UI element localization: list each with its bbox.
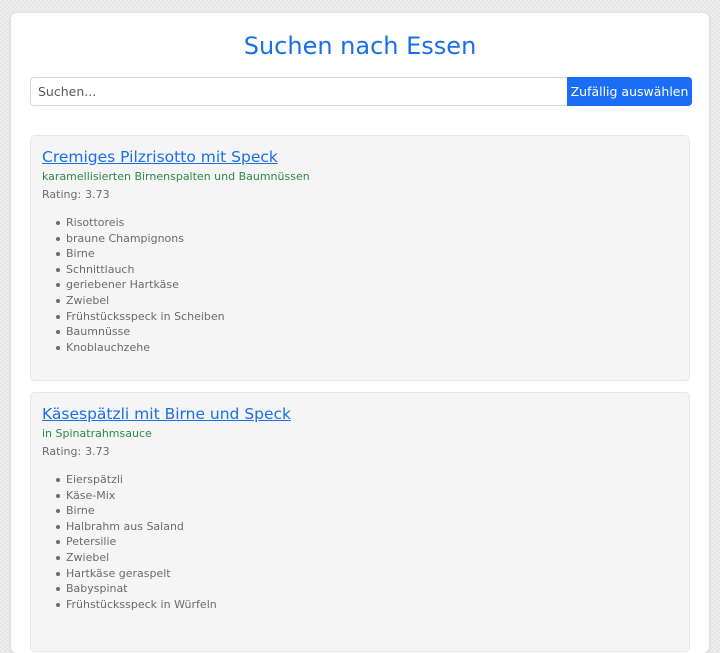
search-bar: Zufällig auswählen <box>30 77 692 106</box>
rating-label: Rating: <box>42 445 82 458</box>
ingredient-item: Eierspätzli <box>42 472 217 488</box>
ingredient-item: Zwiebel <box>42 293 225 309</box>
ingredient-item: geriebener Hartkäse <box>42 277 225 293</box>
random-select-button[interactable]: Zufällig auswählen <box>567 77 692 106</box>
ingredient-list: Eierspätzli Käse-Mix Birne Halbrahm aus … <box>42 472 217 612</box>
ingredient-item: Risottoreis <box>42 215 225 231</box>
rating-value: 3.73 <box>85 445 110 458</box>
ingredient-item: Käse-Mix <box>42 488 217 504</box>
recipe-rating: Rating: 3.73 <box>42 444 110 460</box>
ingredient-item: Birne <box>42 246 225 262</box>
ingredient-item: Halbrahm aus Saland <box>42 519 217 535</box>
page-title: Suchen nach Essen <box>243 32 477 60</box>
ingredient-item: Babyspinat <box>42 581 217 597</box>
recipe-subtitle: in Spinatrahmsauce <box>42 427 152 440</box>
ingredient-item: braune Champignons <box>42 231 225 247</box>
ingredient-item: Birne <box>42 503 217 519</box>
ingredient-item: Knoblauchzehe <box>42 340 225 356</box>
recipe-subtitle: karamellisierten Birnenspalten und Baumn… <box>42 170 310 183</box>
ingredient-item: Frühstücksspeck in Würfeln <box>42 597 217 613</box>
ingredient-item: Frühstücksspeck in Scheiben <box>42 309 225 325</box>
search-input[interactable] <box>30 77 567 106</box>
recipe-card: Cremiges Pilzrisotto mit Speck karamelli… <box>30 135 690 381</box>
ingredient-item: Zwiebel <box>42 550 217 566</box>
ingredient-item: Schnittlauch <box>42 262 225 278</box>
recipe-title-link[interactable]: Käsespätzli mit Birne und Speck <box>42 403 291 425</box>
rating-value: 3.73 <box>85 188 110 201</box>
recipe-card: Käsespätzli mit Birne und Speck in Spina… <box>30 392 690 652</box>
rating-label: Rating: <box>42 188 82 201</box>
ingredient-list: Risottoreis braune Champignons Birne Sch… <box>42 215 225 355</box>
ingredient-item: Petersilie <box>42 534 217 550</box>
ingredient-item: Hartkäse geraspelt <box>42 566 217 582</box>
recipe-title-link[interactable]: Cremiges Pilzrisotto mit Speck <box>42 146 278 168</box>
ingredient-item: Baumnüsse <box>42 324 225 340</box>
recipe-rating: Rating: 3.73 <box>42 187 110 203</box>
